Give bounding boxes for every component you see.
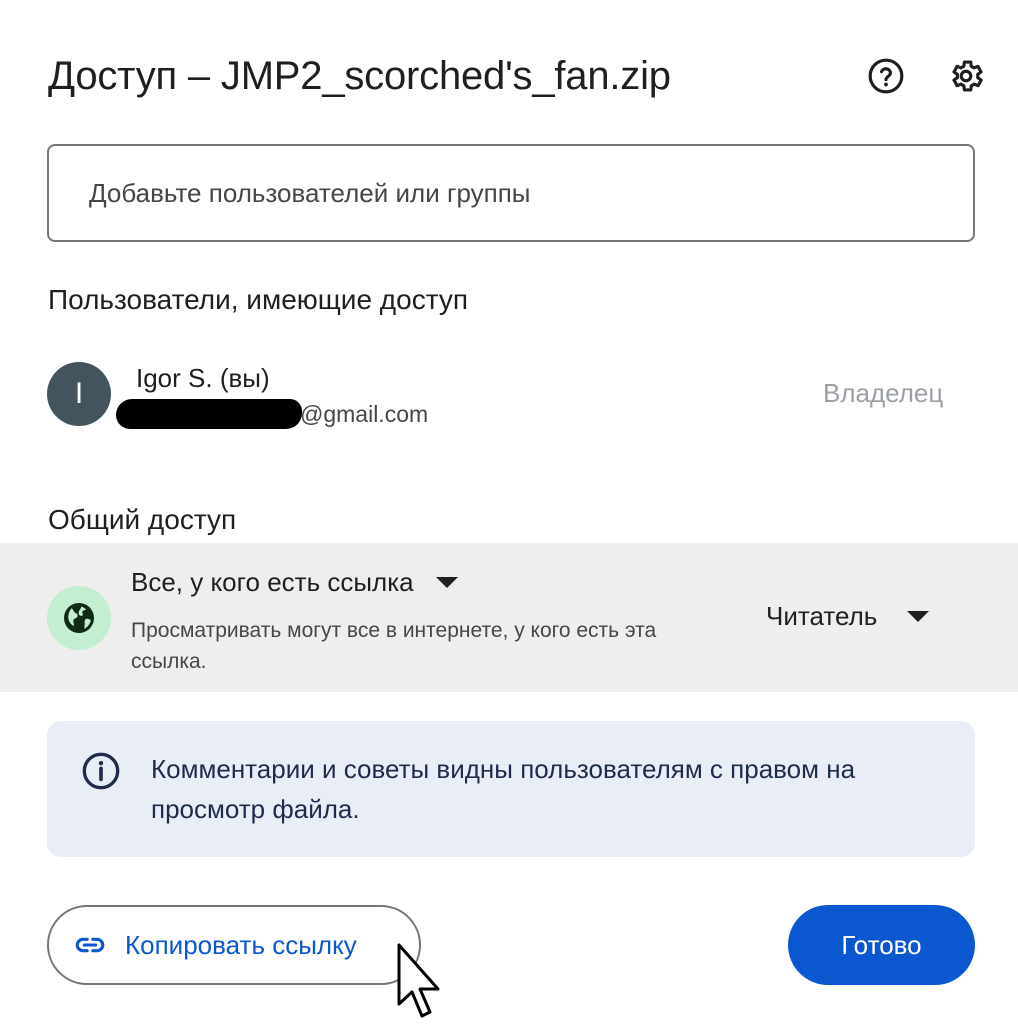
general-access-heading: Общий доступ (48, 504, 237, 535)
help-icon[interactable] (866, 56, 906, 96)
person-email: @gmail.com (116, 398, 428, 430)
role-dropdown-label: Читатель (766, 601, 878, 631)
mouse-pointer-icon (397, 943, 440, 1018)
copy-link-label: Копировать ссылку (125, 929, 357, 960)
general-access-description: Просматривать могут все в интернете, у к… (131, 619, 657, 673)
copy-link-button[interactable]: Копировать ссылку (47, 905, 421, 985)
person-name: Igor S. (вы) (136, 363, 270, 393)
avatar: I (47, 362, 111, 426)
globe-icon (47, 586, 111, 650)
chevron-down-icon (435, 577, 458, 588)
gear-icon[interactable] (946, 56, 986, 96)
people-with-access-heading: Пользователи, имеющие доступ (48, 284, 469, 315)
chevron-down-icon (907, 611, 930, 622)
done-button[interactable]: Готово (788, 905, 975, 985)
add-people-input[interactable] (47, 144, 975, 242)
general-access-option: Все, у кого есть ссылка (131, 567, 414, 597)
info-icon (82, 752, 120, 790)
email-suffix: @gmail.com (300, 400, 429, 427)
link-icon (75, 937, 105, 953)
dialog-title: Доступ – JMP2_scorched's_fan.zip (48, 54, 671, 98)
info-banner: Комментарии и советы видны пользователям… (47, 721, 975, 857)
owner-role-label: Владелец (823, 378, 944, 408)
general-access-dropdown[interactable]: Все, у кого есть ссылка (131, 567, 458, 598)
role-dropdown[interactable]: Читатель (766, 601, 930, 632)
redacted-email-scribble (116, 399, 302, 429)
info-text: Комментарии и советы видны пользователям… (151, 754, 856, 824)
general-access-row: Все, у кого есть ссылка Просматривать мо… (0, 543, 1018, 692)
share-dialog: Доступ – JMP2_scorched's_fan.zip Пользов… (0, 0, 1018, 1028)
